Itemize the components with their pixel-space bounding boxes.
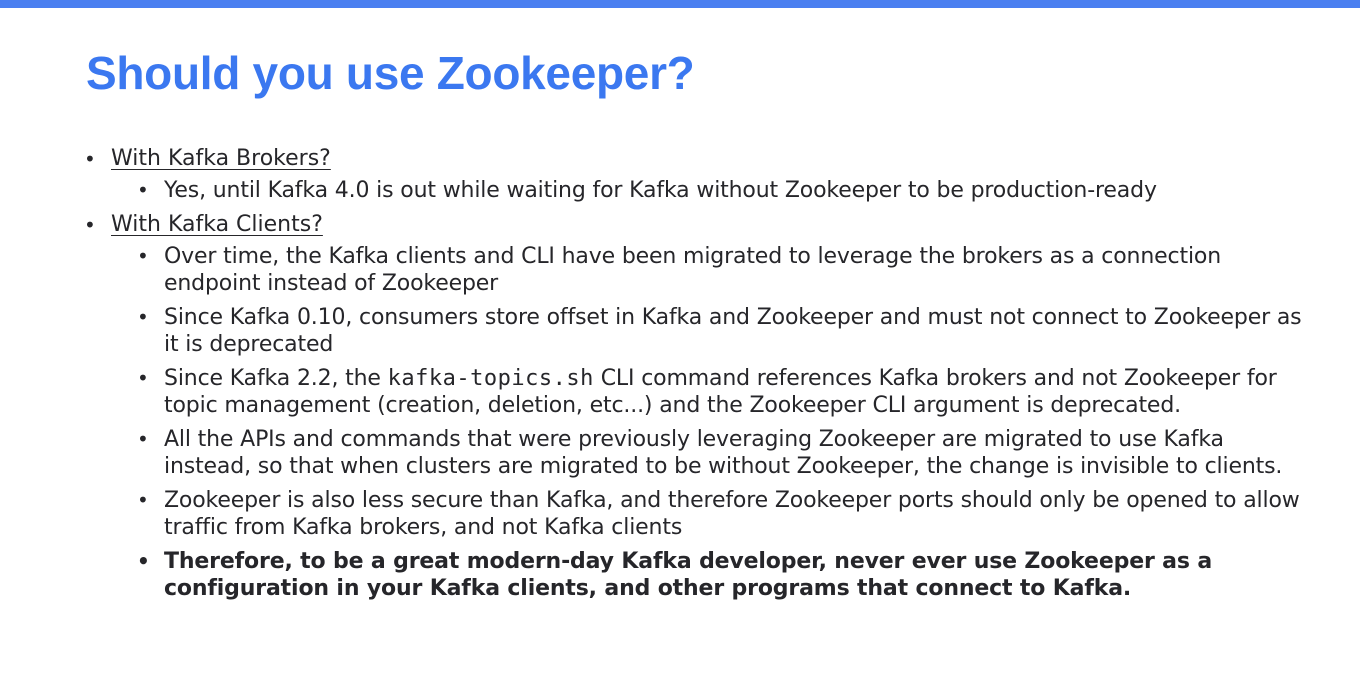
brokers-question: With Kafka Brokers?: [111, 146, 331, 171]
clients-point-5: Zookeeper is also less secure than Kafka…: [137, 487, 1314, 541]
clients-point-3: Since Kafka 2.2, the kafka-topics.sh CLI…: [137, 365, 1314, 419]
clients-question: With Kafka Clients?: [111, 212, 323, 237]
slide-content: With Kafka Brokers? Yes, until Kafka 4.0…: [84, 145, 1314, 602]
clients-point-6-conclusion: Therefore, to be a great modern-day Kafk…: [137, 548, 1314, 602]
top-accent-bar: [0, 0, 1360, 8]
brokers-points: Yes, until Kafka 4.0 is out while waitin…: [137, 177, 1314, 204]
brokers-point-1: Yes, until Kafka 4.0 is out while waitin…: [137, 177, 1314, 204]
question-list: With Kafka Brokers? Yes, until Kafka 4.0…: [84, 145, 1314, 602]
clients-point-2: Since Kafka 0.10, consumers store offset…: [137, 304, 1314, 358]
cli-command-code: kafka-topics.sh: [387, 366, 594, 391]
clients-point-4: All the APIs and commands that were prev…: [137, 426, 1314, 480]
point-3-intro: Since Kafka 2.2, the: [164, 366, 388, 391]
clients-points: Over time, the Kafka clients and CLI hav…: [137, 243, 1314, 602]
clients-point-1: Over time, the Kafka clients and CLI hav…: [137, 243, 1314, 297]
slide-title: Should you use Zookeeper?: [86, 47, 695, 99]
clients-section: With Kafka Clients? Over time, the Kafka…: [84, 211, 1314, 602]
brokers-section: With Kafka Brokers? Yes, until Kafka 4.0…: [84, 145, 1314, 204]
